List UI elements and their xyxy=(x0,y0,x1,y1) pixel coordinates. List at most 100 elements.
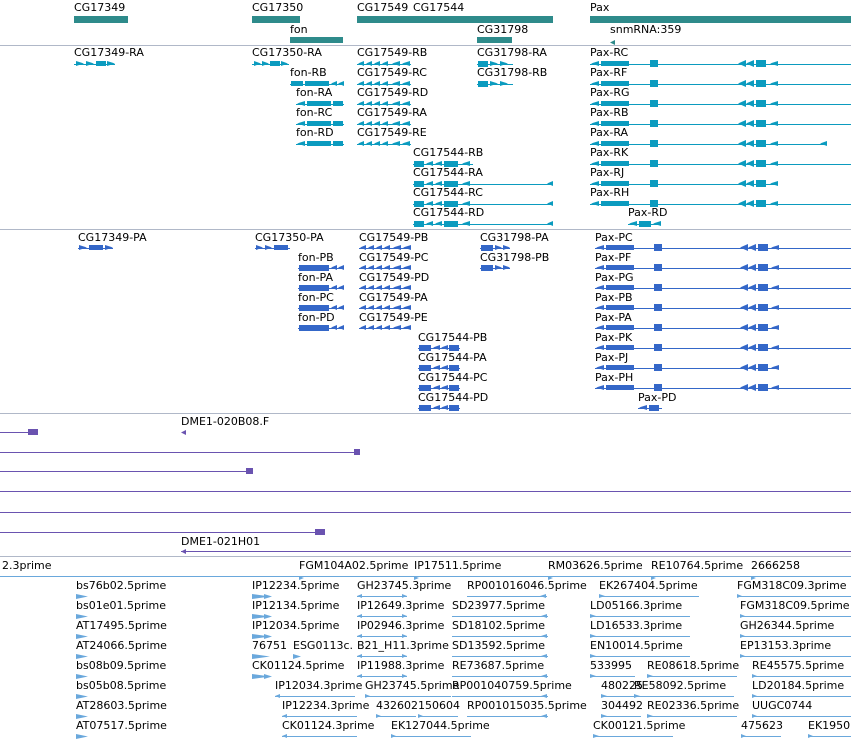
feature-clones[interactable] xyxy=(0,429,38,435)
feature-proteins[interactable]: Pax-PD xyxy=(638,391,676,411)
feature-transcripts[interactable]: CG17549-RD xyxy=(357,86,428,106)
feature-ests[interactable]: LD20184.5prime xyxy=(752,679,851,698)
feature-genes[interactable]: CG17544 xyxy=(413,1,553,23)
feature-proteins[interactable]: CG17544-PA xyxy=(418,351,487,371)
feature-ests[interactable]: RP001015035.5prime xyxy=(467,699,587,718)
feature-proteins[interactable]: fon-PD xyxy=(298,311,344,331)
feature-genes[interactable]: snmRNA:359 xyxy=(610,23,681,45)
feature-proteins[interactable]: Pax-PA xyxy=(595,311,779,331)
feature-genes[interactable]: Pax xyxy=(590,1,851,23)
feature-ests[interactable]: AT07517.5prime xyxy=(76,719,167,739)
feature-proteins[interactable]: Pax-PB xyxy=(595,291,851,311)
feature-transcripts[interactable]: Pax-RH xyxy=(590,186,851,207)
feature-clones[interactable] xyxy=(0,449,360,455)
feature-transcripts[interactable]: Pax-RJ xyxy=(590,166,778,187)
feature-transcripts[interactable]: Pax-RB xyxy=(590,106,851,127)
feature-ests[interactable]: EK127044.5prime xyxy=(391,719,490,738)
feature-transcripts[interactable]: Pax-RG xyxy=(590,86,851,107)
feature-ests[interactable]: bs08b09.5prime xyxy=(76,659,166,679)
feature-ests[interactable]: RE08618.5prime xyxy=(647,659,739,678)
feature-ests[interactable]: RE58092.5prime xyxy=(634,679,734,698)
feature-proteins[interactable]: CG17544-PD xyxy=(418,391,488,411)
feature-transcripts[interactable]: CG17349-RA xyxy=(74,46,144,66)
feature-ests[interactable]: IP12649.3prime xyxy=(357,599,445,618)
feature-ests[interactable]: LD05166.3prime xyxy=(590,599,690,618)
feature-proteins[interactable]: CG31798-PA xyxy=(480,231,549,251)
feature-proteins[interactable]: CG17549-PD xyxy=(359,271,429,290)
feature-clones[interactable] xyxy=(0,529,325,535)
feature-ests[interactable]: GH23745.3prime xyxy=(357,579,452,598)
feature-ests[interactable]: AT28603.5prime xyxy=(76,699,167,719)
feature-ests[interactable]: SD13592.5prime xyxy=(452,639,548,658)
feature-ests[interactable]: IP12034.5prime xyxy=(252,619,340,639)
feature-ests[interactable]: SD23977.5prime xyxy=(452,599,548,618)
feature-proteins[interactable]: CG17549-PC xyxy=(359,251,429,270)
feature-ests[interactable]: IP12134.5prime xyxy=(252,599,340,619)
feature-genes[interactable]: CG31798 xyxy=(477,23,528,43)
feature-transcripts[interactable]: fon-RB xyxy=(290,66,344,86)
feature-proteins[interactable]: Pax-PG xyxy=(595,271,851,291)
feature-ests[interactable]: UUGC0744 xyxy=(752,699,851,718)
feature-transcripts[interactable]: Pax-RD xyxy=(628,206,667,227)
feature-genes[interactable]: fon xyxy=(290,23,343,43)
feature-ests[interactable]: AT17495.5prime xyxy=(76,619,167,639)
feature-transcripts[interactable]: Pax-RA xyxy=(590,126,827,147)
feature-transcripts[interactable]: CG31798-RA xyxy=(477,46,547,67)
feature-transcripts[interactable]: CG31798-RB xyxy=(477,66,547,87)
feature-proteins[interactable]: CG17544-PC xyxy=(418,371,488,391)
feature-ests[interactable]: GH23745.5prime xyxy=(365,679,460,698)
feature-ests[interactable]: RE45575.5prime xyxy=(752,659,851,678)
feature-genes[interactable]: CG17549 xyxy=(357,1,414,23)
feature-genes[interactable]: CG17349 xyxy=(74,1,128,23)
feature-transcripts[interactable]: CG17549-RA xyxy=(357,106,427,126)
feature-ests[interactable]: SD18102.5prime xyxy=(452,619,548,638)
feature-ests[interactable]: EK267404.5prime xyxy=(599,579,699,598)
feature-ests[interactable]: 432602 xyxy=(376,699,418,718)
feature-ests[interactable]: IP11988.3prime xyxy=(357,659,445,678)
feature-ests[interactable]: IP02946.3prime xyxy=(357,619,445,638)
feature-clones[interactable] xyxy=(0,468,253,474)
feature-transcripts[interactable]: Pax-RC xyxy=(590,46,851,67)
feature-proteins[interactable]: CG17350-PA xyxy=(255,231,324,250)
feature-transcripts[interactable]: CG17544-RA xyxy=(413,166,553,187)
feature-ests[interactable]: RP001016046.5prime xyxy=(467,579,587,598)
feature-transcripts[interactable]: fon-RD xyxy=(296,126,344,146)
feature-ests[interactable]: FGM318C09.5prime xyxy=(740,599,851,618)
feature-proteins[interactable]: fon-PC xyxy=(298,291,344,311)
feature-ests[interactable]: LD16533.3prime xyxy=(590,619,690,638)
feature-genes[interactable]: CG17350 xyxy=(252,1,303,23)
feature-ests[interactable]: 150604 xyxy=(418,699,460,718)
feature-ests[interactable]: bs01e01.5prime xyxy=(76,599,166,619)
feature-ests[interactable]: RP001040759.5prime xyxy=(452,679,572,698)
feature-ests[interactable]: FGM318C09.3prime xyxy=(737,579,851,598)
feature-transcripts[interactable]: CG17549-RC xyxy=(357,66,427,86)
feature-ests[interactable]: AT24066.5prime xyxy=(76,639,167,659)
feature-ests[interactable]: 304492 xyxy=(601,699,643,718)
feature-transcripts[interactable]: Pax-RK xyxy=(590,146,851,167)
feature-ests[interactable]: RE73687.5prime xyxy=(452,659,548,678)
feature-proteins[interactable]: CG31798-PB xyxy=(480,251,549,271)
feature-ests[interactable]: CK01124.5prime xyxy=(252,659,345,679)
feature-ests[interactable]: RE02336.5prime xyxy=(647,699,739,718)
feature-proteins[interactable]: CG17549-PA xyxy=(359,291,428,310)
feature-ests[interactable]: 533995 xyxy=(590,659,635,678)
feature-proteins[interactable]: CG17549-PE xyxy=(359,311,428,330)
feature-ests[interactable]: IP12234.3prime xyxy=(282,699,370,718)
feature-proteins[interactable]: CG17544-PB xyxy=(418,331,487,351)
feature-clones[interactable]: DME1-020B08.F xyxy=(181,415,269,435)
feature-proteins[interactable]: CG17549-PB xyxy=(359,231,428,250)
feature-ests[interactable]: IP12234.5prime xyxy=(252,579,340,599)
feature-ests[interactable]: EK1950 xyxy=(808,719,851,738)
feature-ests[interactable]: CK00121.5prime xyxy=(593,719,686,738)
feature-transcripts[interactable]: Pax-RF xyxy=(590,66,851,87)
feature-proteins[interactable]: Pax-PC xyxy=(595,231,851,251)
feature-ests[interactable]: EP13153.3prime xyxy=(740,639,851,658)
feature-transcripts[interactable]: fon-RC xyxy=(296,106,344,126)
feature-ests[interactable]: ESG0113c. xyxy=(293,639,353,659)
feature-proteins[interactable]: fon-PA xyxy=(298,271,344,291)
feature-transcripts[interactable]: CG17549-RB xyxy=(357,46,427,66)
feature-proteins[interactable]: Pax-PH xyxy=(595,371,851,391)
feature-ests[interactable]: bs05b08.5prime xyxy=(76,679,166,699)
feature-proteins[interactable]: fon-PB xyxy=(298,251,344,271)
feature-transcripts[interactable]: CG17544-RC xyxy=(413,186,553,207)
